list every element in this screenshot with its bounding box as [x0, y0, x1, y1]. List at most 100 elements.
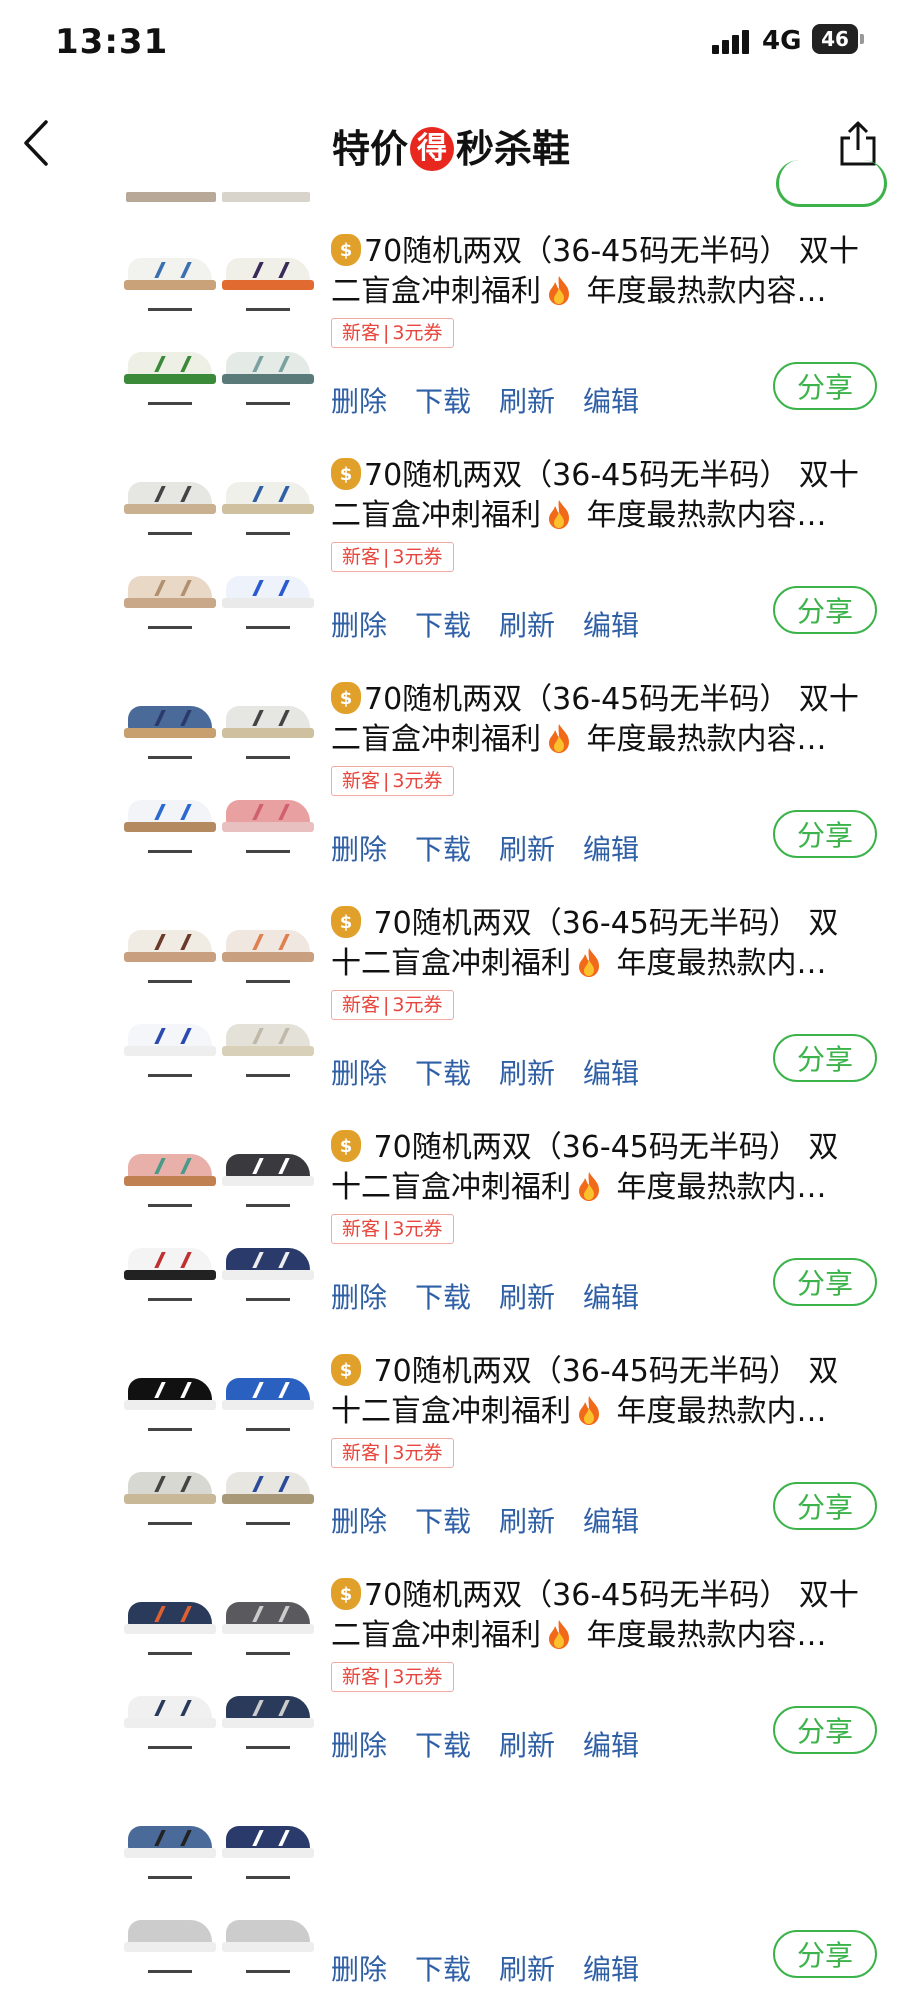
edit-button[interactable]: 编辑 [583, 1505, 639, 1538]
shoe-thumbnail[interactable] [222, 1018, 314, 1060]
shoe-thumbnail[interactable] [222, 1820, 314, 1862]
product-item[interactable]: $70随机两双（36-45码无半码） 双十 二盲盒冲刺福利 年度最热款内容… 新… [0, 652, 902, 876]
delete-button[interactable]: 删除 [331, 1953, 387, 1986]
delete-button[interactable]: 删除 [331, 1505, 387, 1538]
shoe-thumbnail[interactable] [222, 794, 314, 836]
thumbnail-caption [148, 1428, 192, 1431]
shoe-thumbnail[interactable] [124, 794, 216, 836]
coupon-value: 3元券 [392, 1442, 443, 1464]
shoe-thumbnail[interactable] [124, 1914, 216, 1956]
shoe-thumbnail[interactable] [222, 476, 314, 518]
share-button[interactable]: 分享 [773, 586, 877, 634]
product-title[interactable]: $70随机两双（36-45码无半码） 双十 二盲盒冲刺福利 年度最热款内容… [331, 1576, 876, 1656]
refresh-button[interactable]: 刷新 [499, 1953, 555, 1986]
product-item[interactable]: $70随机两双（36-45码无半码） 双十 二盲盒冲刺福利 年度最热款内容… 新… [0, 1548, 902, 1772]
product-item[interactable]: $ 70随机两双（36-45码无半码） 双 十二盲盒冲刺福利 年度最热款内… 新… [0, 876, 902, 1100]
refresh-button[interactable]: 刷新 [499, 385, 555, 418]
shoe-thumbnail[interactable] [124, 252, 216, 294]
product-thumbnails[interactable] [124, 234, 314, 409]
share-button[interactable]: 分享 [773, 1258, 877, 1306]
share-button[interactable]: 分享 [773, 362, 877, 410]
coupon-separator: | [383, 770, 390, 792]
product-thumbnails[interactable] [124, 1802, 314, 1977]
shoe-thumbnail[interactable] [124, 1820, 216, 1862]
refresh-button[interactable]: 刷新 [499, 1057, 555, 1090]
delete-button[interactable]: 删除 [331, 385, 387, 418]
edit-button[interactable]: 编辑 [583, 1729, 639, 1762]
refresh-button[interactable]: 刷新 [499, 1729, 555, 1762]
delete-button[interactable]: 删除 [331, 609, 387, 642]
shoe-thumbnail[interactable] [124, 1148, 216, 1190]
product-item[interactable]: $ 70随机两双（36-45码无半码） 双 十二盲盒冲刺福利 年度最热款内… 新… [0, 1324, 902, 1548]
shoe-thumbnail[interactable] [124, 1596, 216, 1638]
download-button[interactable]: 下载 [415, 385, 471, 418]
product-title[interactable]: $ 70随机两双（36-45码无半码） 双 十二盲盒冲刺福利 年度最热款内… [331, 904, 876, 984]
share-button[interactable]: 分享 [773, 810, 877, 858]
shoe-thumbnail[interactable] [222, 570, 314, 612]
edit-button[interactable]: 编辑 [583, 385, 639, 418]
share-button[interactable]: 分享 [773, 1034, 877, 1082]
delete-button[interactable]: 删除 [331, 1281, 387, 1314]
share-button[interactable]: 分享 [773, 1930, 877, 1978]
product-title[interactable]: $70随机两双（36-45码无半码） 双十 二盲盒冲刺福利 年度最热款内容… [331, 680, 876, 760]
product-title[interactable]: $70随机两双（36-45码无半码） 双十 二盲盒冲刺福利 年度最热款内容… [331, 456, 876, 536]
shoe-thumbnail[interactable] [222, 1466, 314, 1508]
shoe-thumbnail[interactable] [124, 476, 216, 518]
download-button[interactable]: 下载 [415, 1953, 471, 1986]
shoe-thumbnail[interactable] [222, 252, 314, 294]
shoe-thumbnail[interactable] [124, 1018, 216, 1060]
delete-button[interactable]: 删除 [331, 833, 387, 866]
delete-button[interactable]: 删除 [331, 1729, 387, 1762]
shoe-thumbnail[interactable] [222, 1914, 314, 1956]
share-button[interactable]: 分享 [773, 1706, 877, 1754]
shoe-thumbnail[interactable] [222, 1242, 314, 1284]
shoe-thumbnail[interactable] [124, 1466, 216, 1508]
product-thumbnails[interactable] [124, 1578, 314, 1753]
refresh-button[interactable]: 刷新 [499, 609, 555, 642]
product-thumbnails[interactable] [124, 458, 314, 633]
shoe-thumbnail[interactable] [124, 700, 216, 742]
refresh-button[interactable]: 刷新 [499, 1505, 555, 1538]
shoe-thumbnail[interactable] [222, 1372, 314, 1414]
shoe-thumbnail[interactable] [124, 1372, 216, 1414]
edit-button[interactable]: 编辑 [583, 609, 639, 642]
delete-button[interactable]: 删除 [331, 1057, 387, 1090]
shoe-thumbnail[interactable] [124, 924, 216, 966]
edit-button[interactable]: 编辑 [583, 1953, 639, 1986]
shoe-thumbnail[interactable] [222, 1690, 314, 1732]
refresh-button[interactable]: 刷新 [499, 1281, 555, 1314]
download-button[interactable]: 下载 [415, 833, 471, 866]
shoe-thumbnail[interactable] [124, 346, 216, 388]
edit-button[interactable]: 编辑 [583, 833, 639, 866]
shoe-thumbnail[interactable] [222, 1596, 314, 1638]
shoe-thumbnail[interactable] [222, 924, 314, 966]
product-thumbnails[interactable] [124, 906, 314, 1081]
shoe-thumbnail[interactable] [222, 700, 314, 742]
product-title[interactable]: $ 70随机两双（36-45码无半码） 双 十二盲盒冲刺福利 年度最热款内… [331, 1128, 876, 1208]
share-button[interactable]: 分享 [773, 1482, 877, 1530]
shoe-thumbnail[interactable] [124, 1242, 216, 1284]
shoe-thumbnail[interactable] [124, 1690, 216, 1732]
edit-button[interactable]: 编辑 [583, 1057, 639, 1090]
product-thumbnails[interactable] [124, 682, 314, 857]
download-button[interactable]: 下载 [415, 1057, 471, 1090]
product-item[interactable]: $ 70随机两双（36-45码无半码） 双 十二盲盒冲刺福利 年度最热款内… 新… [0, 1100, 902, 1324]
product-item[interactable]: 删除 下载 刷新 编辑 分享 [0, 1772, 902, 1996]
product-thumbnails[interactable] [124, 1130, 314, 1305]
refresh-button[interactable]: 刷新 [499, 833, 555, 866]
edit-button[interactable]: 编辑 [583, 1281, 639, 1314]
download-button[interactable]: 下载 [415, 609, 471, 642]
product-item[interactable]: $70随机两双（36-45码无半码） 双十 二盲盒冲刺福利 年度最热款内容… 新… [0, 204, 902, 428]
shoe-thumbnail[interactable] [124, 570, 216, 612]
download-button[interactable]: 下载 [415, 1729, 471, 1762]
product-title[interactable]: $ 70随机两双（36-45码无半码） 双 十二盲盒冲刺福利 年度最热款内… [331, 1352, 876, 1432]
coupon-value: 3元券 [392, 1218, 443, 1240]
shoe-thumbnail[interactable] [222, 1148, 314, 1190]
shoe-thumbnail[interactable] [222, 346, 314, 388]
product-item[interactable]: $70随机两双（36-45码无半码） 双十 二盲盒冲刺福利 年度最热款内容… 新… [0, 428, 902, 652]
download-button[interactable]: 下载 [415, 1505, 471, 1538]
partial-share-button[interactable] [776, 160, 887, 207]
product-title[interactable]: $70随机两双（36-45码无半码） 双十 二盲盒冲刺福利 年度最热款内容… [331, 232, 876, 312]
product-thumbnails[interactable] [124, 1354, 314, 1529]
download-button[interactable]: 下载 [415, 1281, 471, 1314]
